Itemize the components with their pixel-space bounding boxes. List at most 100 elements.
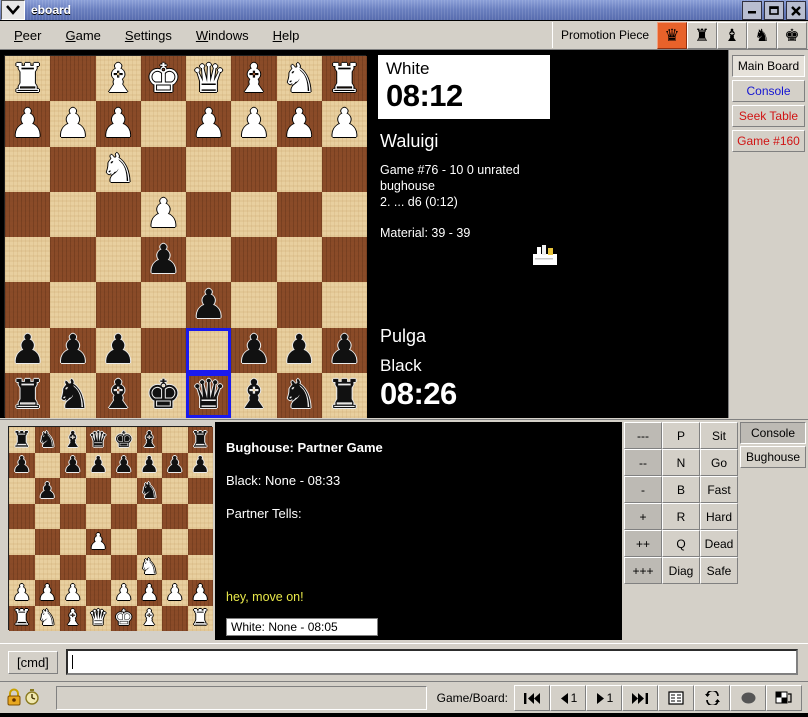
square-r2-c0[interactable] (9, 478, 35, 504)
square-r4-c7[interactable] (321, 237, 367, 283)
square-r7-c6[interactable] (162, 605, 188, 631)
white-pawn-piece[interactable]: ♟ (55, 104, 91, 144)
square-r5-c3[interactable] (140, 282, 186, 328)
partner-white-line[interactable]: White: None - 08:05 (226, 618, 378, 636)
menu-item-peer[interactable]: Peer (4, 25, 51, 46)
square-r4-c3[interactable]: ♟ (140, 237, 186, 283)
square-r6-c7[interactable]: ♟ (321, 327, 367, 373)
square-r2-c0[interactable] (5, 146, 51, 192)
square-r3-c5[interactable] (231, 191, 277, 237)
black-pawn-piece[interactable]: ♟ (63, 454, 83, 476)
black-rook-piece[interactable]: ♜ (12, 428, 32, 451)
tab-console-bottom[interactable]: Console (740, 422, 806, 444)
square-r1-c5[interactable]: ♟ (231, 101, 277, 147)
square-r4-c0[interactable] (5, 237, 51, 283)
square-r4-c0[interactable] (9, 529, 35, 555)
square-r3-c4[interactable] (186, 191, 232, 237)
black-knight-piece[interactable]: ♞ (55, 375, 91, 415)
square-r6-c2[interactable]: ♟ (60, 580, 86, 606)
move-list-button[interactable] (658, 685, 694, 711)
square-r7-c0[interactable]: ♜ (9, 605, 35, 631)
square-r4-c2[interactable] (60, 529, 86, 555)
square-r5-c5[interactable]: ♞ (136, 554, 162, 580)
white-pawn-piece[interactable]: ♟ (63, 581, 83, 604)
prev-move-button[interactable]: 1 (550, 685, 586, 711)
square-r4-c6[interactable] (276, 237, 322, 283)
square-r2-c2[interactable]: ♞ (95, 146, 141, 192)
square-r3-c6[interactable] (162, 503, 188, 529)
square-r1-c4[interactable]: ♟ (186, 101, 232, 147)
tab-bughouse-bottom[interactable]: Bughouse (740, 446, 806, 468)
square-r7-c5[interactable]: ♝ (231, 372, 277, 418)
quick-button-[interactable]: ++ (624, 530, 662, 557)
square-r6-c3[interactable] (85, 580, 111, 606)
last-move-button[interactable] (622, 685, 658, 711)
square-r1-c4[interactable]: ♟ (111, 452, 137, 478)
promotion-king-button[interactable]: ♚ (777, 22, 807, 49)
white-bishop-piece[interactable]: ♝ (63, 607, 83, 629)
black-queen-piece[interactable]: ♛ (88, 428, 108, 451)
square-r6-c0[interactable]: ♟ (5, 327, 51, 373)
black-knight-piece[interactable]: ♞ (139, 479, 159, 502)
black-pawn-piece[interactable]: ♟ (190, 454, 210, 476)
square-r2-c4[interactable] (186, 146, 232, 192)
square-r3-c3[interactable] (85, 503, 111, 529)
black-pawn-piece[interactable]: ♟ (100, 330, 136, 370)
quick-button-b[interactable]: B (662, 476, 700, 503)
square-r1-c3[interactable] (140, 101, 186, 147)
command-input[interactable] (65, 649, 798, 675)
square-r7-c4[interactable]: ♛ (186, 372, 232, 418)
white-pawn-piece[interactable]: ♟ (114, 581, 134, 604)
white-pawn-piece[interactable]: ♟ (10, 104, 46, 144)
square-r7-c1[interactable]: ♞ (34, 605, 60, 631)
white-rook-piece[interactable]: ♜ (326, 59, 362, 99)
next-move-button[interactable]: 1 (586, 685, 622, 711)
white-pawn-piece[interactable]: ♟ (139, 581, 159, 604)
black-pawn-piece[interactable]: ♟ (114, 454, 134, 476)
white-pawn-piece[interactable]: ♟ (100, 104, 136, 144)
square-r1-c1[interactable]: ♟ (50, 101, 96, 147)
square-r5-c5[interactable] (231, 282, 277, 328)
square-r7-c3[interactable]: ♚ (140, 372, 186, 418)
menu-item-game[interactable]: Game (55, 25, 110, 46)
tab-seek-table[interactable]: Seek Table (732, 105, 805, 127)
square-r0-c7[interactable]: ♜ (187, 427, 213, 453)
white-pawn-piece[interactable]: ♟ (236, 104, 272, 144)
square-r0-c2[interactable]: ♝ (95, 56, 141, 102)
square-r1-c7[interactable]: ♟ (187, 452, 213, 478)
square-r0-c3[interactable]: ♛ (85, 427, 111, 453)
square-r4-c5[interactable] (231, 237, 277, 283)
square-r2-c6[interactable] (276, 146, 322, 192)
menu-item-help[interactable]: Help (263, 25, 310, 46)
black-pawn-piece[interactable]: ♟ (88, 454, 108, 476)
white-rook-piece[interactable]: ♜ (10, 59, 46, 99)
square-r4-c4[interactable] (111, 529, 137, 555)
square-r6-c5[interactable]: ♟ (231, 327, 277, 373)
tab-game-160[interactable]: Game #160 (732, 130, 805, 152)
black-pawn-piece[interactable]: ♟ (10, 330, 46, 370)
square-r1-c2[interactable]: ♟ (60, 452, 86, 478)
square-r3-c6[interactable] (276, 191, 322, 237)
cmd-button[interactable]: [cmd] (8, 650, 58, 674)
quick-button-[interactable]: - (624, 476, 662, 503)
square-r6-c4[interactable]: ♟ (111, 580, 137, 606)
quick-button-safe[interactable]: Safe (700, 557, 738, 584)
square-r2-c7[interactable] (321, 146, 367, 192)
square-r0-c6[interactable] (162, 427, 188, 453)
square-r7-c7[interactable]: ♜ (321, 372, 367, 418)
square-r3-c4[interactable] (111, 503, 137, 529)
square-r4-c5[interactable] (136, 529, 162, 555)
square-r2-c5[interactable] (231, 146, 277, 192)
quick-button-hard[interactable]: Hard (700, 503, 738, 530)
square-r2-c1[interactable] (50, 146, 96, 192)
square-r6-c5[interactable]: ♟ (136, 580, 162, 606)
square-r0-c1[interactable] (50, 56, 96, 102)
square-r3-c5[interactable] (136, 503, 162, 529)
square-r6-c2[interactable]: ♟ (95, 327, 141, 373)
square-r5-c1[interactable] (34, 554, 60, 580)
square-r5-c0[interactable] (5, 282, 51, 328)
square-r7-c5[interactable]: ♝ (136, 605, 162, 631)
quick-button-q[interactable]: Q (662, 530, 700, 557)
square-r3-c2[interactable] (60, 503, 86, 529)
square-r6-c4[interactable] (186, 327, 232, 373)
